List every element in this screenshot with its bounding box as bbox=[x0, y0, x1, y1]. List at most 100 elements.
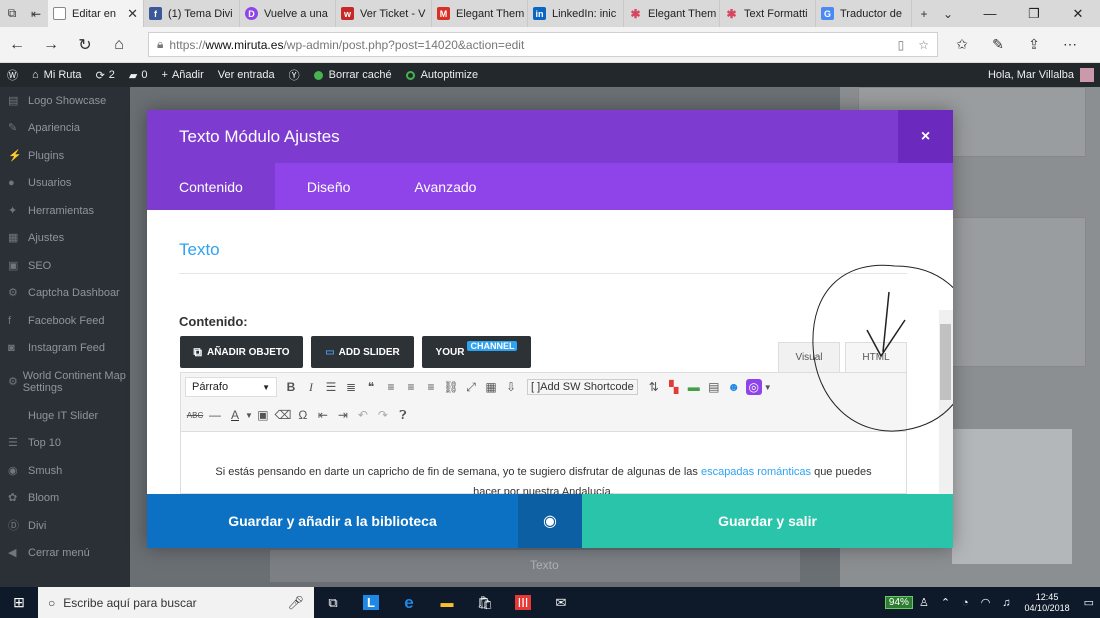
microphone-icon[interactable]: 🎤︎ bbox=[287, 595, 304, 611]
columns-icon[interactable]: ▬ bbox=[684, 380, 704, 394]
indent-icon[interactable]: ⇥ bbox=[333, 408, 353, 422]
mail-icon[interactable]: ✉ bbox=[542, 587, 580, 618]
new-tab-icon[interactable]: + bbox=[912, 0, 936, 27]
modal-close-button[interactable]: × bbox=[898, 110, 953, 163]
browser-tab[interactable]: ✱ Elegant Them bbox=[624, 0, 720, 27]
editor-link[interactable]: escapadas románticas bbox=[701, 466, 811, 478]
sidebar-item[interactable]: ☰ Top 10 bbox=[0, 430, 130, 458]
favorite-star-icon[interactable]: ☆ bbox=[918, 38, 929, 52]
url-field[interactable]: 🔒︎ https://www.miruta.es/wp-admin/post.p… bbox=[148, 32, 938, 57]
chevron-down-icon[interactable]: ⌄ bbox=[936, 0, 960, 27]
italic-icon[interactable]: I bbox=[301, 380, 321, 395]
notes-icon[interactable]: ✎ bbox=[980, 36, 1016, 53]
sidebar-item[interactable]: ⚡ Plugins bbox=[0, 142, 130, 170]
site-link[interactable]: ⌂ Mi Ruta bbox=[32, 69, 82, 81]
browser-tab[interactable]: f (1) Tema Divi bbox=[144, 0, 240, 27]
back-icon[interactable]: ← bbox=[0, 36, 34, 54]
close-icon[interactable]: ✕ bbox=[1056, 6, 1100, 22]
browser-tab[interactable]: in LinkedIn: inic bbox=[528, 0, 624, 27]
insert-more-icon[interactable]: ⇩ bbox=[501, 380, 521, 394]
clear-cache-link[interactable]: Borrar caché bbox=[313, 69, 392, 81]
browser-tab[interactable]: w Ver Ticket - V bbox=[336, 0, 432, 27]
sidebar-item[interactable]: Huge IT Slider bbox=[0, 402, 130, 430]
chevron-down-icon[interactable]: ▼ bbox=[245, 411, 253, 420]
taskbar-clock[interactable]: 12:45 04/10/2018 bbox=[1025, 592, 1070, 614]
app-red-icon[interactable]: III bbox=[504, 587, 542, 618]
horizontal-line-icon[interactable]: — bbox=[205, 408, 225, 422]
content-editor[interactable]: Si estás pensando en darte un capricho d… bbox=[180, 432, 907, 494]
updates-link[interactable]: ⟳ 2 bbox=[96, 69, 115, 82]
sidebar-item[interactable]: ⚙ Captcha Dashboar bbox=[0, 280, 130, 308]
yoast-icon[interactable]: Ⓨ bbox=[289, 67, 300, 83]
sidebar-item[interactable]: ⚙ World Continent Map Settings bbox=[0, 362, 130, 402]
link-icon[interactable]: ⛓ bbox=[441, 380, 461, 394]
undo-icon[interactable]: ↶ bbox=[353, 408, 373, 422]
add-sw-shortcode-button[interactable]: [ ]Add SW Shortcode bbox=[527, 379, 638, 395]
browser-tab[interactable]: D Vuelve a una bbox=[240, 0, 336, 27]
bullet-list-icon[interactable]: ☰ bbox=[321, 380, 341, 394]
sidebar-item[interactable]: ▦ Ajustes bbox=[0, 225, 130, 253]
sidebar-item[interactable]: ▣ SEO bbox=[0, 252, 130, 280]
sidebar-item[interactable]: ◀ Cerrar menú bbox=[0, 540, 130, 568]
align-left-icon[interactable]: ≡ bbox=[381, 380, 401, 394]
view-post-link[interactable]: Ver entrada bbox=[218, 69, 275, 81]
tab-close-icon[interactable]: ✕ bbox=[127, 6, 138, 22]
task-view-icon[interactable]: ⧉ bbox=[314, 587, 352, 618]
notifications-icon[interactable]: ▭ bbox=[1084, 596, 1094, 609]
volume-icon[interactable]: ♫ bbox=[1002, 597, 1010, 609]
bold-icon[interactable]: B bbox=[281, 380, 301, 394]
account-menu[interactable]: Hola, Mar Villalba bbox=[988, 68, 1094, 82]
sidebar-item[interactable]: ✿ Bloom bbox=[0, 485, 130, 513]
file-explorer-icon[interactable]: ▬ bbox=[428, 587, 466, 618]
sidebar-item[interactable]: ● Usuarios bbox=[0, 170, 130, 198]
divi-shortcode-icon[interactable]: ◎ bbox=[745, 379, 762, 395]
favorites-icon[interactable]: ✩ bbox=[944, 36, 980, 53]
your-channel-button[interactable]: YOUR CHANNEL bbox=[422, 336, 531, 368]
grid-icon[interactable]: ▚ bbox=[664, 380, 684, 394]
browser-tab[interactable]: ✱ Text Formatti bbox=[720, 0, 816, 27]
preview-button[interactable]: ◉ bbox=[518, 494, 582, 548]
minimize-icon[interactable]: — bbox=[968, 6, 1012, 22]
sidebar-item[interactable]: f Facebook Feed bbox=[0, 307, 130, 335]
sidebar-item[interactable]: Ⓓ Divi bbox=[0, 512, 130, 540]
chevron-down-icon[interactable]: ▼ bbox=[764, 383, 772, 392]
align-center-icon[interactable]: ≡ bbox=[401, 380, 421, 394]
tray-chevron-icon[interactable]: ⌃ bbox=[941, 596, 950, 609]
tab-actions-icon[interactable]: ⧉ bbox=[0, 0, 24, 27]
redo-icon[interactable]: ↷ bbox=[373, 408, 393, 422]
autoptimize-link[interactable]: Autoptimize bbox=[405, 69, 478, 81]
numbered-list-icon[interactable]: ≣ bbox=[341, 380, 361, 394]
wordpress-icon[interactable]: Ⓦ bbox=[7, 67, 18, 83]
sidebar-item[interactable]: ✎ Apariencia bbox=[0, 115, 130, 143]
forward-icon[interactable]: → bbox=[34, 36, 68, 54]
paste-text-icon[interactable]: ▣ bbox=[253, 408, 273, 422]
browser-tab[interactable]: G Traductor de bbox=[816, 0, 912, 27]
edge-icon[interactable]: e bbox=[390, 587, 428, 618]
special-char-icon[interactable]: Ω bbox=[293, 408, 313, 422]
fullscreen-icon[interactable]: ⤢ bbox=[461, 380, 481, 395]
sidebar-item[interactable]: ✦ Herramientas bbox=[0, 197, 130, 225]
add-object-button[interactable]: ⧉ AÑADIR OBJETO bbox=[180, 336, 303, 368]
help-icon[interactable]: ❓︎ bbox=[393, 408, 413, 423]
reading-view-icon[interactable]: ▯ bbox=[898, 38, 905, 52]
home-icon[interactable]: ⌂ bbox=[102, 36, 136, 54]
people-icon[interactable]: ♙ bbox=[919, 596, 929, 609]
tab-contenido[interactable]: Contenido bbox=[147, 163, 275, 210]
user-icon[interactable]: ☻ bbox=[724, 380, 744, 394]
tab-preview-icon[interactable]: ⇤ bbox=[24, 0, 48, 27]
browser-tab[interactable]: M Elegant Them bbox=[432, 0, 528, 27]
add-slider-button[interactable]: ▭ ADD SLIDER bbox=[311, 336, 414, 368]
restore-icon[interactable]: ❐ bbox=[1012, 6, 1056, 22]
sidebar-item[interactable]: ▤ Logo Showcase bbox=[0, 87, 130, 115]
blockquote-icon[interactable]: ❝ bbox=[361, 380, 381, 394]
network-icon[interactable]: ◔ bbox=[962, 597, 969, 609]
battery-indicator[interactable]: 94% bbox=[884, 596, 913, 609]
align-right-icon[interactable]: ≡ bbox=[421, 380, 441, 394]
tab-diseno[interactable]: Diseño bbox=[275, 163, 383, 210]
share-icon[interactable]: ⇪ bbox=[1016, 36, 1052, 53]
app-l-icon[interactable]: L bbox=[352, 587, 390, 618]
sidebar-item[interactable]: ◙ Instagram Feed bbox=[0, 335, 130, 363]
strikethrough-icon[interactable]: ABC bbox=[185, 411, 205, 420]
table-icon[interactable]: ▤ bbox=[704, 380, 724, 394]
browser-tab[interactable]: Editar en ✕ bbox=[48, 0, 144, 27]
